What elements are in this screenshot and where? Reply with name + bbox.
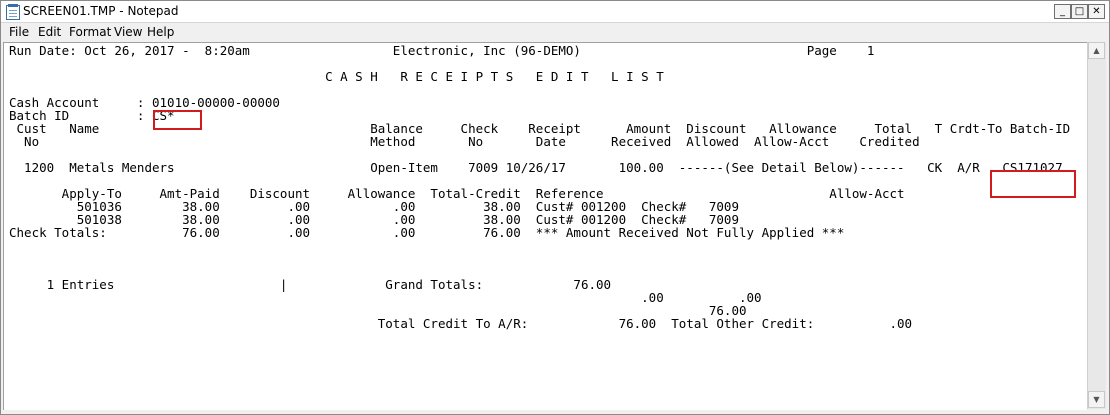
window-title: SCREEN01.TMP - Notepad [23,4,179,18]
batch-id-column-highlight [990,170,1076,198]
maximize-button[interactable]: □ [1071,4,1088,19]
line-total-credit: Total Credit To A/R: 76.00 Total Other C… [9,316,913,331]
close-button[interactable]: ✕ [1088,4,1105,19]
line-check-totals: Check Totals: 76.00 .00 .00 76.00 *** Am… [9,225,845,240]
line-receipt-row: 1200 Metals Menders Open-Item 7009 10/26… [9,160,1063,175]
menu-help[interactable]: Help [147,25,174,39]
notepad-window: SCREEN01.TMP - Notepad _ □ ✕ File Edit F… [0,0,1110,415]
vertical-scrollbar[interactable]: ▲ ▼ [1087,42,1106,409]
title-bar[interactable]: SCREEN01.TMP - Notepad _ □ ✕ [1,1,1109,23]
menu-file[interactable]: File [9,25,29,39]
line-column-headers-2: No Method No Date Received Allowed Allow… [9,134,920,149]
batch-id-highlight [153,110,202,130]
notepad-icon [6,4,20,20]
text-editor[interactable]: Run Date: Oct 26, 2017 - 8:20am Electron… [3,42,1087,410]
line-report-title: C A S H R E C E I P T S E D I T L I S T [9,69,664,84]
scroll-down-arrow-icon[interactable]: ▼ [1088,391,1105,408]
menu-bar: File Edit Format View Help [1,23,1109,42]
scroll-up-arrow-icon[interactable]: ▲ [1088,42,1105,59]
menu-edit[interactable]: Edit [38,25,61,39]
document-text[interactable]: Run Date: Oct 26, 2017 - 8:20am Electron… [9,44,1070,330]
menu-view[interactable]: View [114,25,142,39]
menu-format[interactable]: Format [69,25,111,39]
line-run-date: Run Date: Oct 26, 2017 - 8:20am Electron… [9,43,875,58]
minimize-button[interactable]: _ [1054,4,1071,19]
